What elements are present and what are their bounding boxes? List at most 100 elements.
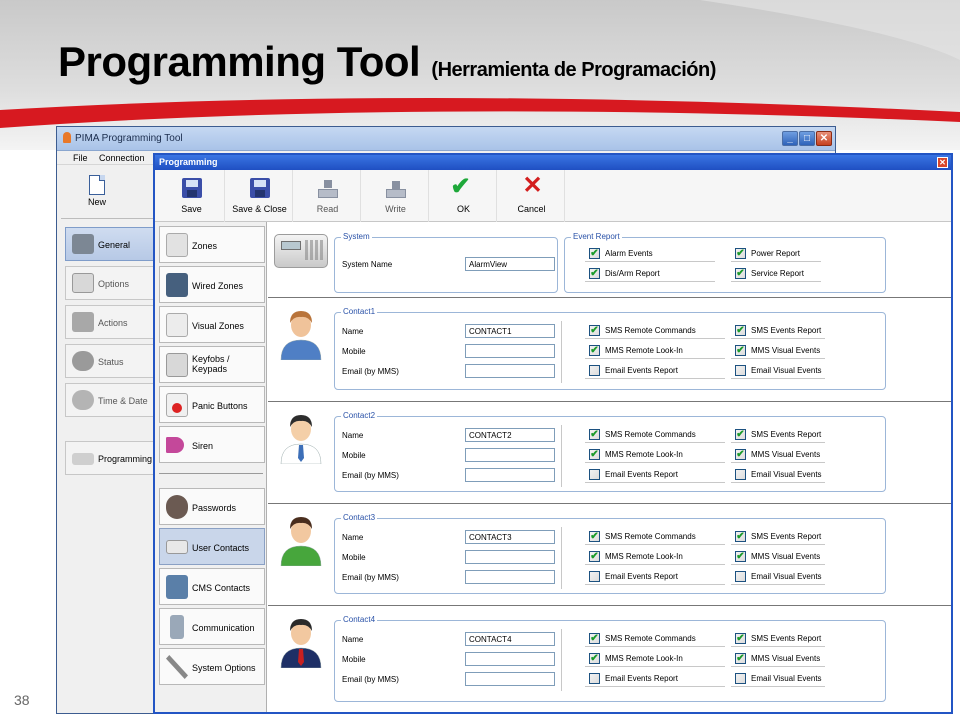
checkbox-email-events-report[interactable] (589, 673, 600, 684)
contact-section: Contact3 Name Mobile Email (by MMS) ✔ SMS Rem… (268, 504, 951, 606)
mms-remote-look-in-label: MMS Remote Look-In (605, 450, 683, 459)
email-visual-events-label: Email Visual Events (751, 470, 822, 479)
nav-item-system-options[interactable]: System Options (159, 648, 265, 685)
system-name-input[interactable] (465, 257, 555, 271)
sms-remote-commands-label: SMS Remote Commands (605, 326, 696, 335)
checkbox-alarm-events[interactable]: ✔ (589, 248, 600, 259)
event-report-row: ✔ Alarm Events (585, 246, 715, 262)
close-button[interactable]: ✕ (816, 131, 832, 146)
checkbox-email-events-report[interactable] (589, 571, 600, 582)
checkbox-mms-remote-look-in[interactable]: ✔ (589, 653, 600, 664)
checkbox-sms-events-report[interactable]: ✔ (735, 531, 746, 542)
sidebar-item-status[interactable]: Status (65, 344, 161, 378)
nav-item-cms-contacts[interactable]: CMS Contacts (159, 568, 265, 605)
slide-title-main: Programming Tool (58, 38, 421, 85)
checkbox-sms-events-report[interactable]: ✔ (735, 633, 746, 644)
save-button[interactable]: Save (159, 170, 225, 222)
main-titlebar[interactable]: PIMA Programming Tool _ □ ✕ (57, 127, 835, 151)
contact-mobile-input[interactable] (465, 550, 555, 564)
checkbox-email-events-report[interactable] (589, 365, 600, 376)
checkbox-sms-remote-commands[interactable]: ✔ (589, 325, 600, 336)
menu-connection[interactable]: Connection (99, 153, 145, 163)
pir-sensor-icon (166, 233, 188, 257)
checkbox-email-visual-events[interactable] (735, 365, 746, 376)
email-events-report-label: Email Events Report (605, 366, 678, 375)
checkbox-email-events-report[interactable] (589, 469, 600, 480)
checkbox-mms-remote-look-in[interactable]: ✔ (589, 345, 600, 356)
checkbox-sms-remote-commands[interactable]: ✔ (589, 531, 600, 542)
checkbox-email-visual-events[interactable] (735, 469, 746, 480)
checkbox-service-report[interactable]: ✔ (735, 268, 746, 279)
save-close-button[interactable]: Save & Close (227, 170, 293, 222)
checkbox-sms-events-report[interactable]: ✔ (735, 429, 746, 440)
nav-item-zones[interactable]: Zones (159, 226, 265, 263)
contact-name-input[interactable] (465, 324, 555, 338)
mms-remote-look-in-label: MMS Remote Look-In (605, 346, 683, 355)
checkbox-email-visual-events[interactable] (735, 673, 746, 684)
mobile-label: Mobile (342, 553, 366, 562)
nav-item-communication[interactable]: Communication (159, 608, 265, 645)
contact-email-input[interactable] (465, 570, 555, 584)
nav-item-panic-buttons[interactable]: Panic Buttons (159, 386, 265, 423)
menu-file[interactable]: File (73, 153, 88, 163)
contact-email-input[interactable] (465, 468, 555, 482)
programming-close-button[interactable]: ✕ (937, 157, 948, 168)
sidebar-item-actions[interactable]: Actions (65, 305, 161, 339)
contact-name-input[interactable] (465, 428, 555, 442)
write-button[interactable]: Write (363, 170, 429, 222)
read-button[interactable]: Read (295, 170, 361, 222)
nav-item-visual-zones[interactable]: Visual Zones (159, 306, 265, 343)
contact-option-row: ✔ SMS Events Report (731, 427, 825, 443)
checkbox-power-report[interactable]: ✔ (735, 248, 746, 259)
email-label: Email (by MMS) (342, 367, 399, 376)
contact-section: Contact2 Name Mobile Email (by MMS) ✔ SMS Rem… (268, 402, 951, 504)
checkbox-mms-visual-events[interactable]: ✔ (735, 345, 746, 356)
checkbox-mms-remote-look-in[interactable]: ✔ (589, 449, 600, 460)
system-group: System System Name (334, 232, 558, 293)
mobile-label: Mobile (342, 451, 366, 460)
sidebar-item-general[interactable]: General (65, 227, 161, 261)
checkbox-mms-visual-events[interactable]: ✔ (735, 653, 746, 664)
ok-button[interactable]: ✔ OK (431, 170, 497, 222)
contact-email-input[interactable] (465, 672, 555, 686)
contact-mobile-input[interactable] (465, 344, 555, 358)
options-icon (72, 273, 94, 293)
checkbox-sms-events-report[interactable]: ✔ (735, 325, 746, 336)
nav-item-label: Communication (192, 623, 255, 633)
checkbox-mms-visual-events[interactable]: ✔ (735, 449, 746, 460)
contact-mobile-input[interactable] (465, 448, 555, 462)
contact-name-input[interactable] (465, 530, 555, 544)
contact-section: Contact1 Name Mobile Email (by MMS) ✔ SMS Rem… (268, 298, 951, 402)
cancel-button[interactable]: ✕ Cancel (499, 170, 565, 222)
sidebar-item-programming[interactable]: Programming (65, 441, 161, 475)
camera-sensor-icon (166, 313, 188, 337)
checkbox-sms-remote-commands[interactable]: ✔ (589, 429, 600, 440)
sidebar-item-time-date[interactable]: Time & Date (65, 383, 161, 417)
checkbox-mms-remote-look-in[interactable]: ✔ (589, 551, 600, 562)
nav-item-user-contacts[interactable]: User Contacts (159, 528, 265, 565)
sidebar-item-options[interactable]: Options (65, 266, 161, 300)
minimize-button[interactable]: _ (782, 131, 798, 146)
checkbox-mms-visual-events[interactable]: ✔ (735, 551, 746, 562)
contact-mobile-input[interactable] (465, 652, 555, 666)
nav-item-keyfobs-keypads[interactable]: Keyfobs / Keypads (159, 346, 265, 383)
checkbox-sms-remote-commands[interactable]: ✔ (589, 633, 600, 644)
nav-item-wired-zones[interactable]: Wired Zones (159, 266, 265, 303)
checkbox-email-visual-events[interactable] (735, 571, 746, 582)
nav-item-label: Keyfobs / Keypads (192, 354, 230, 374)
nav-item-siren[interactable]: Siren (159, 426, 265, 463)
checkbox-disarm-report[interactable]: ✔ (589, 268, 600, 279)
sms-events-report-label: SMS Events Report (751, 634, 822, 643)
programming-titlebar[interactable]: Programming ✕ (155, 155, 951, 170)
contact-option-row: ✔ SMS Events Report (731, 631, 825, 647)
contact-email-input[interactable] (465, 364, 555, 378)
cancel-button-label: Cancel (517, 204, 546, 214)
contact-name-input[interactable] (465, 632, 555, 646)
new-button[interactable]: New (81, 167, 113, 207)
nav-item-passwords[interactable]: Passwords (159, 488, 265, 525)
main-toolbar: New O (61, 167, 161, 219)
mms-visual-events-label: MMS Visual Events (751, 450, 821, 459)
info-icon (72, 351, 94, 371)
maximize-button[interactable]: □ (799, 131, 815, 146)
system-section: System System Name Event Report ✔ Alarm … (268, 222, 951, 298)
